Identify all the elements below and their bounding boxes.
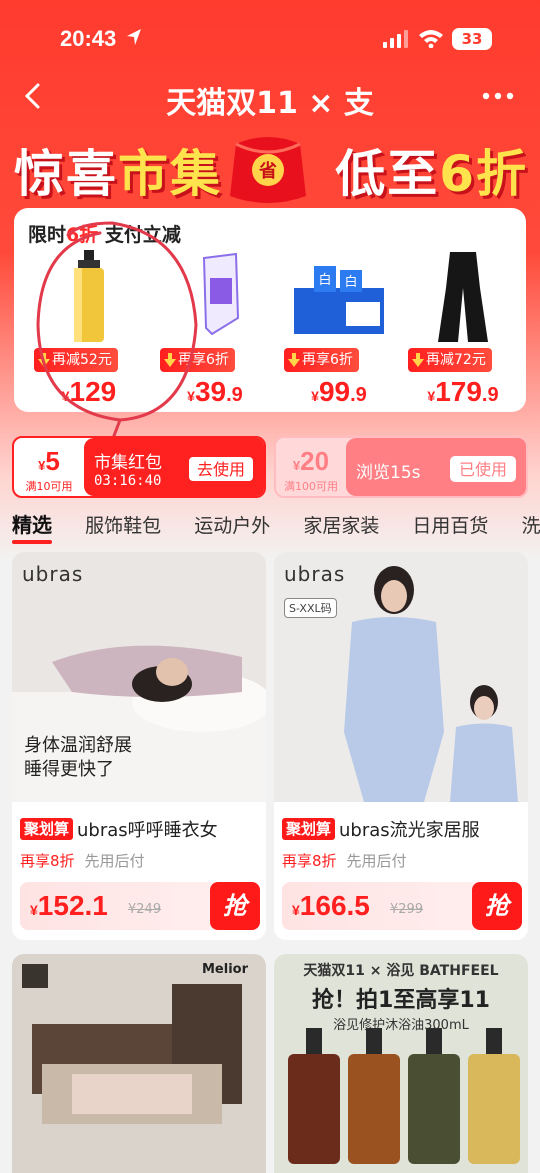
tab-home[interactable]: 家居家装 — [303, 511, 379, 541]
down-arrow-icon — [164, 353, 176, 367]
banner-left-text: 惊喜市集 — [14, 145, 222, 203]
flash-item-toothpaste[interactable]: 再享6折 ¥39.9 — [154, 248, 276, 408]
product-price-bar: ¥152.1 ¥249 抢 — [20, 882, 260, 930]
coupon-amount: ¥20 — [292, 446, 330, 476]
product-card-bathfeel[interactable]: 天猫双11 × 浴见 BATHFEEL 抢！拍1至高享11 浴见修护沐浴油300… — [274, 954, 528, 1173]
product-card-ubras-sleepwear[interactable]: ubras 身体温润舒展 睡得更快了 聚划算 ubras呼呼睡衣女 再享8折 先用后付… — [12, 552, 266, 940]
flash-item-price: ¥179.9 — [427, 376, 499, 407]
use-coupon-button[interactable]: 去使用 — [187, 456, 254, 482]
flare-pants-image — [438, 252, 488, 342]
flash-item-pants[interactable]: 再减72元 ¥179.9 — [402, 248, 524, 408]
coupon-countdown: 03:16:40 — [94, 473, 162, 489]
flash-item-badge: 再享6折 — [160, 348, 235, 372]
toothpaste-image — [202, 252, 240, 336]
coupon-market-red-packet[interactable]: ¥5 满10可用 市集红包 03:16:40 去使用 — [12, 436, 266, 498]
wifi-icon — [419, 30, 443, 48]
coupon-used-button[interactable]: 已使用 — [449, 456, 516, 482]
coupon-name: 市集红包 — [94, 453, 162, 473]
bedroom-image — [12, 954, 266, 1173]
product-price: ¥166.5 — [292, 890, 370, 921]
product-card-ubras-homewear[interactable]: ubras S-XXL码 聚划算 ubras流光家居服 再享8折 先用后付 ¥166… — [274, 552, 528, 940]
flash-item-badge: 再享6折 — [284, 348, 359, 372]
flash-item-detergent[interactable]: 白白 再享6折 ¥99.9 — [278, 248, 400, 408]
status-bar: 20:43 33 — [0, 0, 540, 72]
flash-item-badge: 再减72元 — [408, 348, 492, 372]
cleansing-oil-image — [74, 250, 104, 342]
flash-item-price: ¥129 — [61, 376, 117, 407]
tab-daily[interactable]: 日用百货 — [412, 511, 488, 541]
tab-apparel[interactable]: 服饰鞋包 — [85, 511, 161, 541]
flash-item-oil[interactable]: 再减52元 ¥129 — [28, 248, 150, 408]
tab-wash[interactable]: 洗 — [522, 511, 540, 541]
product-sub-info: 再享8折 先用后付 — [20, 852, 145, 870]
status-time: 20:43 — [60, 26, 117, 51]
category-tabs: 精选 服饰鞋包 运动户外 家居家装 日用百货 洗 — [12, 510, 540, 544]
down-arrow-icon — [288, 353, 300, 367]
grab-button[interactable]: 抢 — [210, 882, 260, 930]
banner-right-text: 低至6折 — [335, 145, 528, 203]
detergent-pack-image: 白白 — [294, 266, 384, 334]
product-brand-logo: Melior — [201, 962, 248, 977]
flash-item-price: ¥99.9 — [311, 376, 367, 407]
product-price-bar: ¥166.5 ¥299 抢 — [282, 882, 522, 930]
tab-featured[interactable]: 精选 — [12, 510, 52, 544]
promo-line-brand: 天猫双11 × 浴见 BATHFEEL — [303, 963, 499, 979]
tab-outdoor[interactable]: 运动户外 — [194, 511, 270, 541]
location-arrow-icon — [127, 29, 141, 45]
product-price: ¥152.1 — [30, 890, 108, 921]
bag-label: 省 — [258, 160, 277, 182]
product-brand-logo: ubras — [22, 562, 84, 586]
product-name: 聚划算 ubras流光家居服 — [282, 816, 480, 842]
battery-indicator: 33 — [452, 28, 492, 50]
product-sub-info: 再享8折 先用后付 — [282, 852, 407, 870]
coupon-browse-reward[interactable]: ¥20 满100可用 浏览15s 已使用 — [274, 436, 528, 498]
size-range-tag: S-XXL码 — [284, 598, 337, 618]
coupon-condition: 满10可用 — [25, 480, 73, 493]
juhuasuan-tag: 聚划算 — [20, 818, 74, 840]
flash-sale-card[interactable]: 限时6折 支付立减 再减52元 ¥129 再享6折 ¥39.9 白白 再享6折 … — [14, 208, 526, 412]
grab-button[interactable]: 抢 — [472, 882, 522, 930]
down-arrow-icon — [412, 353, 424, 367]
product-name: 聚划算 ubras呼呼睡衣女 — [20, 816, 218, 842]
coupon-name: 浏览15s — [356, 463, 421, 483]
pajama-models-image — [274, 552, 528, 802]
nav-bar: 天猫双11 × 支 — [0, 72, 540, 121]
promo-line-headline: 抢！拍1至高享11 — [312, 988, 490, 1013]
flash-item-price: ¥39.9 — [187, 376, 243, 407]
coupon-amount: ¥5 — [38, 446, 60, 476]
coupon-condition: 满100可用 — [284, 480, 338, 493]
svg-text:白: 白 — [344, 274, 357, 290]
product-original-price: ¥249 — [128, 902, 162, 917]
svg-text:白: 白 — [318, 272, 331, 288]
page-title: 天猫双11 × 支 — [166, 86, 374, 121]
product-brand-logo: ubras — [284, 562, 346, 586]
red-envelope-bag-icon: 省 — [230, 137, 306, 203]
juhuasuan-tag: 聚划算 — [282, 818, 336, 840]
product-overlay-text: 身体温润舒展 睡得更快了 — [24, 735, 132, 780]
flash-item-badge: 再减52元 — [34, 348, 118, 372]
product-card-melior-bed[interactable]: Melior — [12, 954, 266, 1173]
promo-banner: 惊喜市集 省 低至6折 — [0, 124, 540, 208]
down-arrow-icon — [38, 353, 50, 367]
cellular-signal-icon — [383, 30, 408, 48]
product-original-price: ¥299 — [390, 902, 424, 917]
more-dots-icon[interactable] — [482, 92, 514, 100]
promo-line-product: 浴见修护沐浴油300mL — [333, 1018, 469, 1033]
flash-sale-title: 限时6折 支付立减 — [28, 224, 181, 246]
